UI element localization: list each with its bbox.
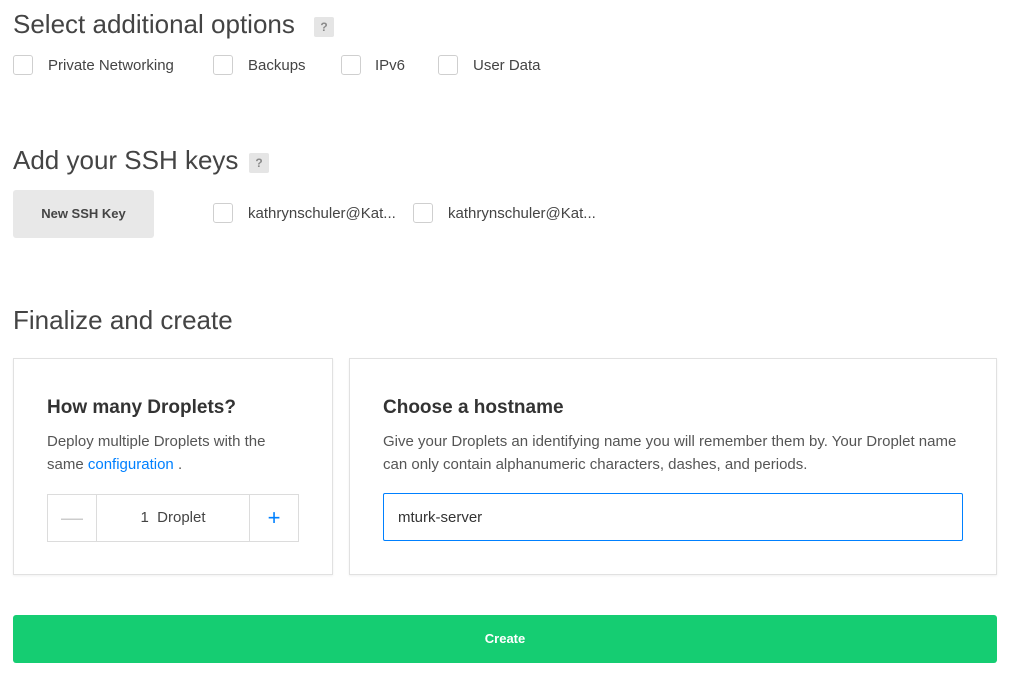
droplet-count-number: 1 [140,509,149,526]
hostname-title: Choose a hostname [383,397,564,418]
ssh-key-1-label[interactable]: kathrynschuler@Kat... [248,204,396,224]
ssh-help-icon[interactable]: ? [249,153,269,173]
droplet-count-description: Deploy multiple Droplets with the same c… [47,430,297,476]
ssh-key-1-checkbox[interactable] [213,203,233,223]
backups-label[interactable]: Backups [248,56,306,76]
options-help-icon[interactable]: ? [314,17,334,37]
new-ssh-key-button[interactable]: New SSH Key [13,190,154,238]
droplet-count-card: How many Droplets? Deploy multiple Dropl… [13,358,333,575]
droplet-count-desc-end: . [177,456,183,473]
private-networking-checkbox[interactable] [13,55,33,75]
minus-icon: — [61,505,83,530]
droplet-quantity-value: 1 Droplet [97,495,249,541]
plus-icon: + [267,505,281,530]
droplet-quantity-stepper: — 1 Droplet + [47,494,299,542]
droplet-count-title: How many Droplets? [47,397,236,418]
finalize-title: Finalize and create [13,305,233,335]
create-button[interactable]: Create [13,615,997,663]
options-title: Select additional options [13,9,295,40]
hostname-input[interactable] [383,493,963,541]
configuration-link[interactable]: configuration [88,456,174,473]
ssh-key-2-checkbox[interactable] [413,203,433,223]
ssh-title-text: Add your SSH keys [13,145,239,175]
private-networking-label[interactable]: Private Networking [48,56,174,76]
user-data-checkbox[interactable] [438,55,458,75]
hostname-description: Give your Droplets an identifying name y… [383,433,957,473]
options-title-text: Select additional options [13,9,295,39]
ipv6-checkbox[interactable] [341,55,361,75]
backups-checkbox[interactable] [213,55,233,75]
ssh-key-2-label[interactable]: kathrynschuler@Kat... [448,204,596,224]
increment-button[interactable]: + [249,495,298,541]
ipv6-label[interactable]: IPv6 [375,56,405,76]
droplet-count-unit: Droplet [157,509,206,526]
ssh-title: Add your SSH keys [13,145,238,176]
user-data-label[interactable]: User Data [473,56,541,76]
hostname-card: Choose a hostname Give your Droplets an … [349,358,997,575]
decrement-button[interactable]: — [48,495,97,541]
